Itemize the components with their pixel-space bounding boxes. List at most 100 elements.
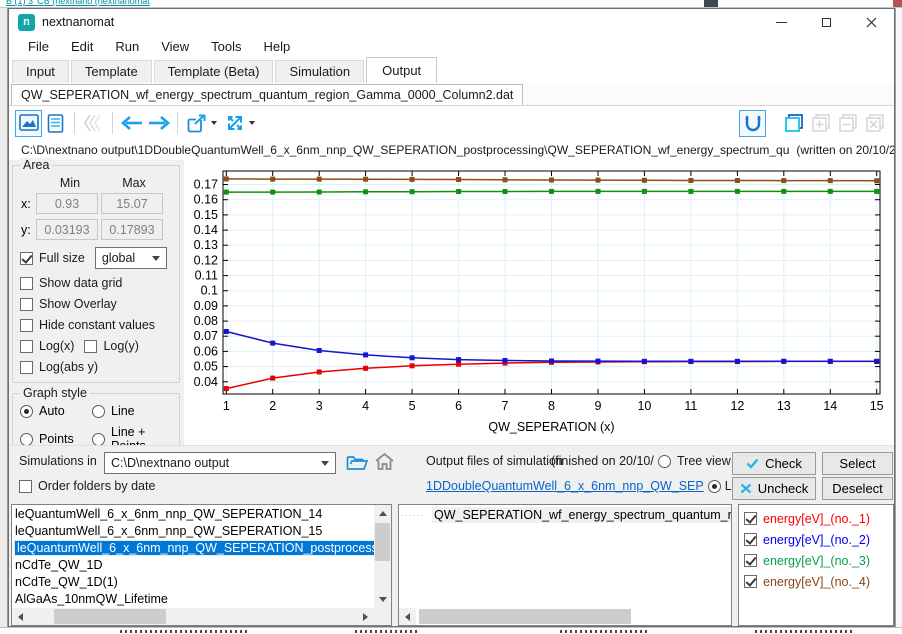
svg-text:13: 13 [777, 399, 791, 413]
log-abs-y-checkbox[interactable] [20, 361, 33, 374]
log-x-checkbox[interactable] [20, 340, 33, 353]
fullscreen-dropdown-caret[interactable] [249, 121, 255, 125]
scroll-right-button[interactable] [357, 608, 374, 625]
graph-view-button[interactable] [15, 110, 42, 137]
x-min-field[interactable]: 0.93 [36, 193, 98, 214]
column-checkbox[interactable] [744, 512, 757, 525]
deselect-button[interactable]: Deselect [822, 477, 893, 500]
show-overlay-checkbox[interactable] [20, 298, 33, 311]
scroll-up-button[interactable] [374, 505, 391, 522]
column-checkbox[interactable] [744, 575, 757, 588]
simulation-folder-list[interactable]: leQuantumWell_6_x_6nm_nnp_QW_SEPERATION_… [11, 504, 392, 626]
column-checkbox-row[interactable]: energy[eV]_(no._1) [739, 508, 893, 529]
magnet-sync-button[interactable] [739, 110, 766, 137]
scrollbar-thumb[interactable] [54, 609, 166, 624]
overlay-button[interactable] [80, 110, 107, 137]
file-tab[interactable]: QW_SEPERATION_wf_energy_spectrum_quantum… [11, 84, 523, 105]
column-checkbox-row[interactable]: energy[eV]_(no._2) [739, 529, 893, 550]
list-item[interactable]: leQuantumWell_6_x_6nm_nnp_QW_SEPERATION_… [12, 506, 374, 523]
column-checkbox[interactable] [744, 533, 757, 546]
column-checkbox[interactable] [744, 554, 757, 567]
folder-icon [346, 453, 368, 471]
y-min-field[interactable]: 0.03193 [36, 219, 98, 240]
graph-style-points-radio[interactable] [20, 433, 33, 446]
close-button[interactable] [849, 9, 894, 35]
graph-style-auto-radio[interactable] [20, 405, 33, 418]
menu-help[interactable]: Help [253, 37, 302, 56]
output-file-item[interactable]: ······ QW_SEPERATION_wf_energy_spectrum_… [399, 505, 731, 524]
chart-plot[interactable]: 1234567891011121314150.040.050.060.070.0… [184, 160, 894, 445]
full-size-scope-select[interactable]: global [95, 247, 167, 269]
check-button[interactable]: Check [732, 452, 816, 475]
column-checkbox-row[interactable]: energy[eV]_(no._3) [739, 550, 893, 571]
scroll-left-button[interactable] [399, 608, 416, 625]
y-max-field[interactable]: 0.17893 [101, 219, 163, 240]
scroll-down-button[interactable] [374, 591, 391, 608]
maximize-button[interactable] [804, 9, 849, 35]
horizontal-scrollbar[interactable] [12, 608, 374, 625]
log-y-checkbox[interactable] [84, 340, 97, 353]
document-icon [47, 114, 64, 133]
svg-text:0.08: 0.08 [194, 314, 218, 328]
background-window-fragment [704, 0, 718, 7]
tab-template-beta[interactable]: Template (Beta) [154, 60, 274, 83]
uncheck-button[interactable]: Uncheck [732, 477, 816, 500]
export-button[interactable] [183, 110, 210, 137]
tab-input[interactable]: Input [12, 60, 69, 83]
full-size-checkbox[interactable] [20, 252, 33, 265]
hide-constant-values-checkbox[interactable] [20, 319, 33, 332]
clear-button[interactable] [861, 110, 888, 137]
area-group-label: Area [20, 158, 52, 172]
vertical-scrollbar[interactable] [374, 505, 391, 608]
forward-button[interactable] [145, 110, 172, 137]
copy-button[interactable] [780, 110, 807, 137]
svg-text:0.16: 0.16 [194, 193, 218, 207]
menu-run[interactable]: Run [104, 37, 150, 56]
minus-pages-icon [838, 113, 858, 133]
export-dropdown-caret[interactable] [211, 121, 217, 125]
select-button[interactable]: Select [822, 452, 893, 475]
export-icon [187, 114, 207, 133]
back-button[interactable] [118, 110, 145, 137]
svg-text:0.17: 0.17 [194, 178, 218, 192]
zoom-in-button[interactable] [807, 110, 834, 137]
output-files-list[interactable]: ······ QW_SEPERATION_wf_energy_spectrum_… [398, 504, 732, 626]
bottom-panel: Simulations in C:\D\nextnano output Outp… [9, 445, 894, 626]
simulation-link[interactable]: 1DDoubleQuantumWell_6_x_6nm_nnp_QW_SEP [426, 479, 704, 493]
list-item[interactable]: nCdTe_QW_1D [12, 557, 374, 574]
tab-simulation[interactable]: Simulation [275, 60, 364, 83]
scroll-left-button[interactable] [12, 608, 29, 625]
data-columns-list[interactable]: energy[eV]_(no._1)energy[eV]_(no._2)ener… [738, 504, 894, 626]
scrollbar-thumb[interactable] [419, 609, 631, 624]
menu-edit[interactable]: Edit [60, 37, 104, 56]
column-checkbox-row[interactable]: energy[eV]_(no._4) [739, 571, 893, 592]
x-max-field[interactable]: 15.07 [101, 193, 163, 214]
order-folders-by-date-checkbox[interactable] [19, 480, 32, 493]
text-view-button[interactable] [42, 110, 69, 137]
fullscreen-button[interactable] [221, 110, 248, 137]
tab-template[interactable]: Template [71, 60, 152, 83]
tree-view-radio[interactable] [658, 455, 671, 468]
minimize-button[interactable] [759, 9, 804, 35]
list-item[interactable]: leQuantumWell_6_x_6nm_nnp_QW_SEPERATION_… [12, 540, 374, 557]
scrollbar-thumb[interactable] [375, 523, 390, 561]
menu-file[interactable]: File [17, 37, 60, 56]
menu-view[interactable]: View [150, 37, 200, 56]
menu-tools[interactable]: Tools [200, 37, 252, 56]
list-item[interactable]: nCdTe_QW_1D(1) [12, 574, 374, 591]
show-data-grid-checkbox[interactable] [20, 277, 33, 290]
zoom-out-button[interactable] [834, 110, 861, 137]
home-folder-button[interactable] [374, 452, 395, 471]
svg-text:1: 1 [223, 399, 230, 413]
tab-output[interactable]: Output [366, 57, 437, 83]
scroll-right-button[interactable] [398, 608, 399, 625]
graph-style-line-radio[interactable] [92, 405, 105, 418]
delete-pages-icon [865, 113, 885, 133]
open-folder-button[interactable] [346, 453, 368, 471]
list-view-radio[interactable] [708, 480, 721, 493]
list-item[interactable]: leQuantumWell_6_x_6nm_nnp_QW_SEPERATION_… [12, 523, 374, 540]
simulations-folder-combobox[interactable]: C:\D\nextnano output [104, 452, 336, 474]
written-on-label: (written on 20/10/2020) [796, 143, 894, 157]
list-item[interactable]: AlGaAs_10nmQW_Lifetime [12, 591, 374, 608]
graph-style-line-points-radio[interactable] [92, 433, 105, 446]
